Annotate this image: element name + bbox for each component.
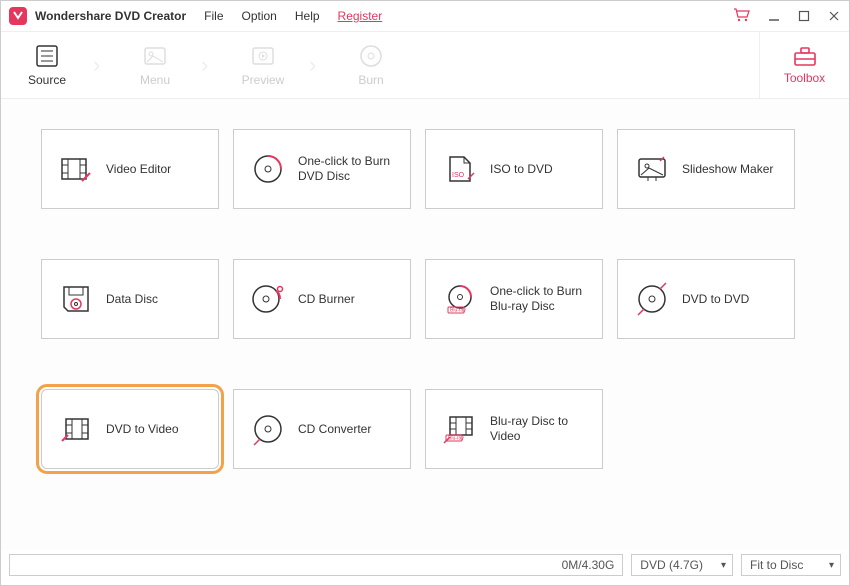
app-logo-icon bbox=[9, 7, 27, 25]
tab-toolbox[interactable]: Toolbox bbox=[759, 32, 849, 98]
tool-label: One-click to Burn DVD Disc bbox=[298, 154, 394, 184]
disc-type-select[interactable]: DVD (4.7G) ▾ bbox=[631, 554, 733, 576]
dvd-to-dvd-icon bbox=[634, 281, 670, 317]
dvd-to-video-icon bbox=[58, 411, 94, 447]
tool-one-click-bluray[interactable]: Blu-ray One-click to Burn Blu-ray Disc bbox=[425, 259, 603, 339]
tool-cd-burner[interactable]: CD Burner bbox=[233, 259, 411, 339]
menu-register[interactable]: Register bbox=[338, 9, 383, 23]
menu-file[interactable]: File bbox=[204, 9, 223, 23]
source-icon bbox=[34, 43, 60, 69]
tool-label: DVD to Video bbox=[106, 422, 179, 437]
iso-icon: ISO bbox=[442, 151, 478, 187]
size-text: 0M/4.30G bbox=[562, 558, 615, 572]
tool-label: One-click to Burn Blu-ray Disc bbox=[490, 284, 586, 314]
cd-burner-icon bbox=[250, 281, 286, 317]
tool-label: ISO to DVD bbox=[490, 162, 553, 177]
bluray-to-video-icon: Blu-ray bbox=[442, 411, 478, 447]
step-menu-label: Menu bbox=[140, 73, 170, 87]
step-tabs: Source › Menu › Preview › Burn Toolbox bbox=[1, 31, 849, 99]
toolbox-icon bbox=[792, 45, 818, 67]
step-preview-label: Preview bbox=[242, 73, 285, 87]
tool-video-editor[interactable]: Video Editor bbox=[41, 129, 219, 209]
fit-mode-select[interactable]: Fit to Disc ▾ bbox=[741, 554, 841, 576]
menu-icon bbox=[142, 43, 168, 69]
tool-label: Blu-ray Disc to Video bbox=[490, 414, 586, 444]
app-title: Wondershare DVD Creator bbox=[35, 9, 186, 23]
close-button[interactable] bbox=[827, 9, 841, 23]
step-burn-label: Burn bbox=[358, 73, 383, 87]
tool-dvd-to-video[interactable]: DVD to Video bbox=[41, 389, 219, 469]
maximize-button[interactable] bbox=[797, 9, 811, 23]
chevron-down-icon: ▾ bbox=[829, 560, 834, 571]
tool-label: CD Converter bbox=[298, 422, 371, 437]
menu-help[interactable]: Help bbox=[295, 9, 320, 23]
cd-converter-icon bbox=[250, 411, 286, 447]
size-indicator: 0M/4.30G bbox=[9, 554, 623, 576]
tool-iso-to-dvd[interactable]: ISO ISO to DVD bbox=[425, 129, 603, 209]
step-burn[interactable]: Burn bbox=[325, 32, 417, 98]
tab-toolbox-label: Toolbox bbox=[784, 71, 825, 85]
bottom-bar: 0M/4.30G DVD (4.7G) ▾ Fit to Disc ▾ bbox=[9, 551, 841, 579]
menu-option[interactable]: Option bbox=[242, 9, 277, 23]
one-click-bluray-icon: Blu-ray bbox=[442, 281, 478, 317]
minimize-button[interactable] bbox=[767, 9, 781, 23]
tool-one-click-dvd[interactable]: One-click to Burn DVD Disc bbox=[233, 129, 411, 209]
tool-label: DVD to DVD bbox=[682, 292, 749, 307]
tool-bluray-to-video[interactable]: Blu-ray Blu-ray Disc to Video bbox=[425, 389, 603, 469]
svg-text:ISO: ISO bbox=[452, 172, 465, 179]
chevron-down-icon: ▾ bbox=[721, 560, 726, 571]
step-preview[interactable]: Preview bbox=[217, 32, 309, 98]
one-click-dvd-icon bbox=[250, 151, 286, 187]
tool-label: Video Editor bbox=[106, 162, 171, 177]
chevron-icon: › bbox=[93, 32, 109, 98]
svg-text:Blu-ray: Blu-ray bbox=[450, 308, 466, 314]
cart-icon[interactable] bbox=[733, 8, 751, 25]
title-bar: Wondershare DVD Creator File Option Help… bbox=[1, 1, 849, 31]
data-disc-icon bbox=[58, 281, 94, 317]
chevron-icon: › bbox=[201, 32, 217, 98]
step-menu[interactable]: Menu bbox=[109, 32, 201, 98]
toolbox-panel: Video Editor One-click to Burn DVD Disc … bbox=[1, 99, 849, 549]
tool-data-disc[interactable]: Data Disc bbox=[41, 259, 219, 339]
disc-type-value: DVD (4.7G) bbox=[640, 558, 703, 572]
preview-icon bbox=[250, 43, 276, 69]
video-editor-icon bbox=[58, 151, 94, 187]
tool-dvd-to-dvd[interactable]: DVD to DVD bbox=[617, 259, 795, 339]
tool-label: Data Disc bbox=[106, 292, 158, 307]
tool-label: CD Burner bbox=[298, 292, 355, 307]
tool-label: Slideshow Maker bbox=[682, 162, 773, 177]
slideshow-icon bbox=[634, 151, 670, 187]
burn-icon bbox=[358, 43, 384, 69]
tool-slideshow-maker[interactable]: Slideshow Maker bbox=[617, 129, 795, 209]
chevron-icon: › bbox=[309, 32, 325, 98]
tool-cd-converter[interactable]: CD Converter bbox=[233, 389, 411, 469]
step-source[interactable]: Source bbox=[1, 32, 93, 98]
svg-text:Blu-ray: Blu-ray bbox=[448, 436, 464, 442]
step-source-label: Source bbox=[28, 73, 66, 87]
fit-mode-value: Fit to Disc bbox=[750, 558, 803, 572]
